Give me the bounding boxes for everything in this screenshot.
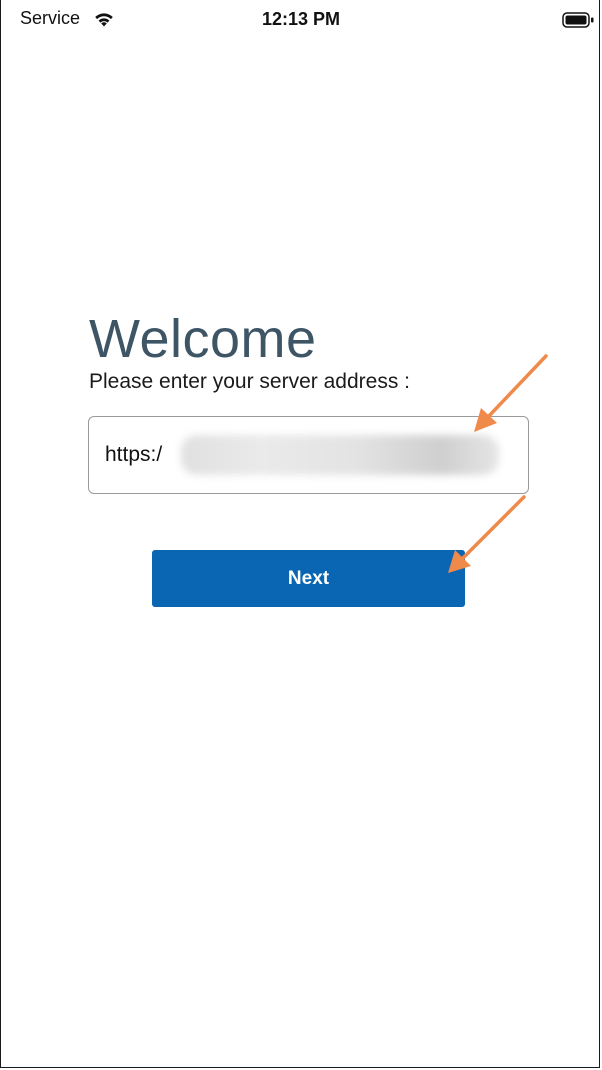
welcome-title: Welcome [89, 309, 317, 369]
phone-frame [0, 0, 600, 1068]
status-bar: Service 12:13 PM [0, 0, 602, 36]
clock: 12:13 PM [261, 9, 341, 29]
server-address-field[interactable] [88, 416, 529, 494]
redacted-server-address [181, 435, 499, 475]
server-address-input[interactable] [105, 439, 175, 471]
server-address-prompt: Please enter your server address : [89, 370, 410, 393]
next-button[interactable]: Next [152, 550, 465, 607]
battery-icon [562, 12, 594, 28]
